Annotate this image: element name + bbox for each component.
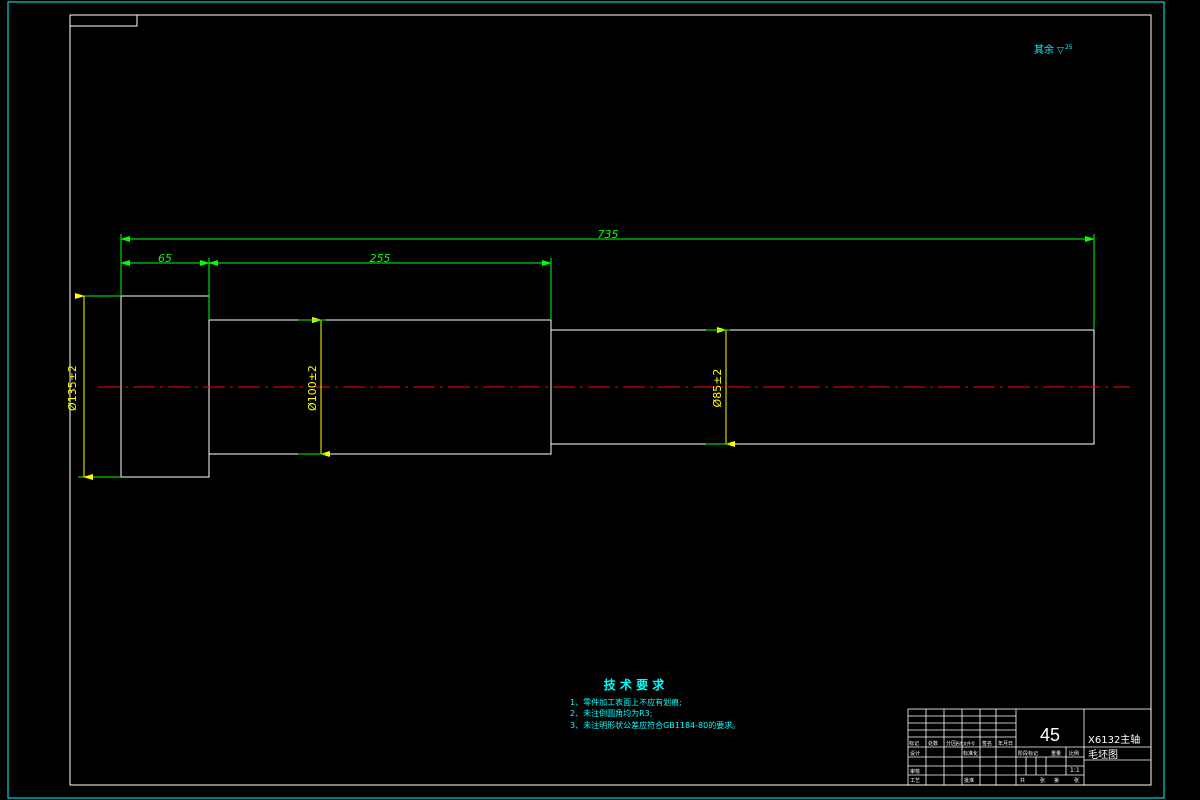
horizontal-dimensions [120, 234, 1095, 330]
dim-dia-head: Ø135±2 [66, 365, 79, 411]
corner-label-box [69, 14, 138, 27]
tb-sheet-total: 共 [1020, 777, 1025, 784]
tb-rev-label-4: 更改文件号 [955, 740, 975, 746]
tb-role-approve: 批准 [964, 777, 974, 784]
dim-head-length: 65 [158, 252, 172, 265]
dim-mid-length: 255 [370, 252, 391, 265]
tb-part-name: X6132主轴 [1088, 733, 1140, 746]
tb-role-design: 设计 [910, 750, 920, 757]
roughness-value: 25 [1065, 44, 1073, 51]
tb-role-process: 工艺 [910, 778, 920, 784]
tb-rev-label-1: 标记 [909, 740, 919, 747]
tb-material: 45 [1040, 725, 1060, 745]
tech-req-item-2: 2、未注倒圆角均为R3; [570, 708, 652, 718]
dim-dia-mid: Ø100±2 [306, 365, 319, 411]
tech-requirements: 技 术 要 求 1、零件加工表面上不应有划痕; 2、未注倒圆角均为R3; 3、未… [570, 677, 740, 730]
tb-role-standard: 标准化 [963, 750, 978, 757]
tech-req-item-3: 3、未注明形状公差应符合GB1184-80的要求。 [570, 720, 740, 730]
tech-req-title: 技 术 要 求 [604, 677, 666, 692]
inner-frame [69, 14, 1152, 786]
roughness-label: 其余 [1034, 43, 1054, 56]
tb-scale-label: 比例 [1069, 750, 1079, 757]
roughness-note: 其余 ▽ 25 [1034, 43, 1073, 56]
outer-frame [7, 1, 1165, 799]
tb-role-review: 审核 [910, 768, 920, 775]
cad-drawing: 其余 ▽ 25 735 65 255 Ø135±2 Ø100±2 Ø85±2 技… [7, 1, 1165, 799]
tb-weight-label: 重量 [1051, 750, 1061, 757]
tb-scale-value: 1:1 [1070, 767, 1080, 774]
dim-dia-tail: Ø85±2 [711, 369, 724, 408]
tb-sheet-num-unit: 张 [1074, 777, 1079, 784]
drawing-canvas: 其余 ▽ 25 735 65 255 Ø135±2 Ø100±2 Ø85±2 技… [0, 0, 1200, 800]
tb-rev-label-5: 签名 [982, 740, 992, 747]
roughness-symbol: ▽ [1057, 46, 1064, 56]
tb-sheet-num: 第 [1054, 777, 1059, 784]
tb-stage-label: 阶段标记 [1018, 750, 1038, 757]
tb-drawing-type: 毛坯图 [1088, 749, 1118, 761]
dim-overall-length: 735 [598, 228, 619, 241]
tech-req-item-1: 1、零件加工表面上不应有划痕; [570, 697, 682, 707]
tb-rev-label-2: 处数 [928, 740, 938, 747]
tb-sheet-total-unit: 张 [1040, 777, 1045, 784]
title-block [907, 708, 1152, 786]
tb-rev-label-6: 年月日 [998, 740, 1013, 747]
